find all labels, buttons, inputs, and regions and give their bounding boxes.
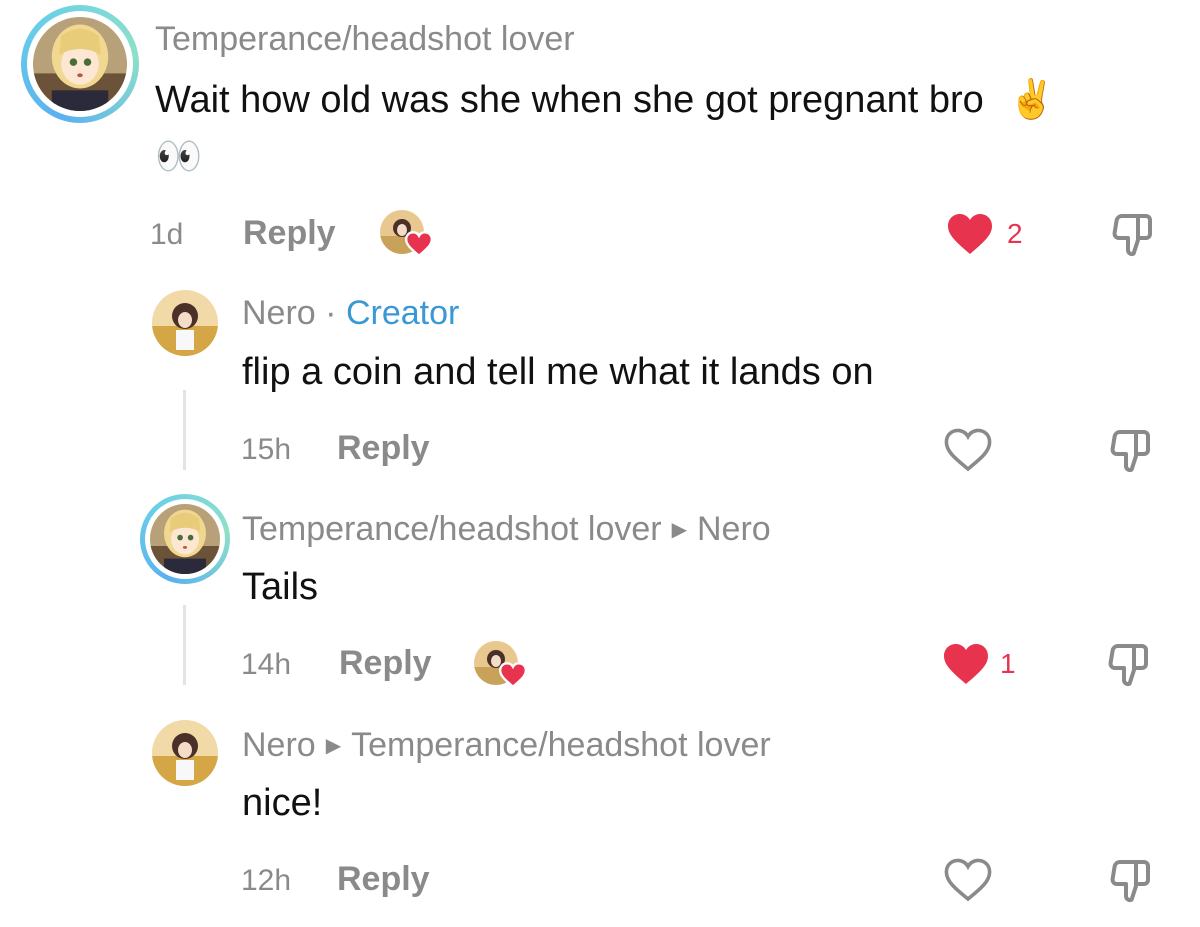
heart-icon[interactable] (944, 428, 992, 472)
like-count: 2 (1007, 218, 1023, 249)
thread-line (183, 390, 186, 470)
reply-to-username[interactable]: Nero (697, 510, 771, 548)
thumbs-down-icon[interactable] (1110, 210, 1158, 258)
avatar-nero[interactable] (152, 290, 218, 356)
thread-line (183, 605, 186, 685)
thumbs-down-icon[interactable] (1108, 856, 1156, 904)
comment-username: Temperance/headshot lover ▶ Nero (242, 510, 771, 549)
like-count: 1 (1000, 648, 1016, 679)
comment-text: nice! (242, 782, 323, 824)
reply-button[interactable]: Reply (337, 860, 430, 899)
username-nero[interactable]: Nero (242, 726, 316, 764)
creator-badge: Creator (345, 294, 460, 332)
creator-heart-icon (404, 231, 434, 262)
heart-icon[interactable] (942, 642, 990, 686)
comment-username: Nero · Creator (242, 294, 459, 333)
comment-text: Wait how old was she when she got pregna… (155, 78, 1056, 122)
comment-username[interactable]: Temperance/headshot lover (155, 20, 575, 59)
heart-icon[interactable] (944, 858, 992, 902)
reply-button[interactable]: Reply (337, 429, 430, 468)
username-temperance[interactable]: Temperance/headshot lover (242, 510, 662, 548)
victory-hand-emoji: ✌️ (1008, 79, 1056, 121)
username-nero[interactable]: Nero (242, 294, 316, 332)
heart-icon[interactable] (946, 212, 994, 256)
triangle-right-icon: ▶ (325, 735, 342, 757)
name-separator: · (325, 294, 337, 332)
avatar-temperance[interactable] (150, 504, 220, 574)
comment-text: Tails (242, 566, 319, 608)
thumbs-down-icon[interactable] (1106, 640, 1154, 688)
reply-button[interactable]: Reply (243, 214, 336, 253)
comment-time: 15h (241, 433, 292, 466)
comment-username: Nero ▶ Temperance/headshot lover (242, 726, 771, 765)
reply-to-username[interactable]: Temperance/headshot lover (351, 726, 771, 764)
comment-text: flip a coin and tell me what it lands on (242, 351, 874, 393)
comment-time: 1d (150, 218, 184, 251)
triangle-right-icon: ▶ (671, 519, 687, 541)
avatar-nero[interactable] (152, 720, 218, 786)
eyes-emoji: 👀 (155, 136, 203, 178)
avatar-temperance[interactable] (33, 17, 127, 111)
reply-button[interactable]: Reply (339, 644, 432, 683)
comment-text-body: Wait how old was she when she got pregna… (155, 79, 984, 121)
thumbs-down-icon[interactable] (1108, 426, 1156, 474)
creator-heart-icon (498, 662, 528, 693)
comment-time: 14h (241, 648, 292, 681)
comment-time: 12h (241, 864, 292, 897)
